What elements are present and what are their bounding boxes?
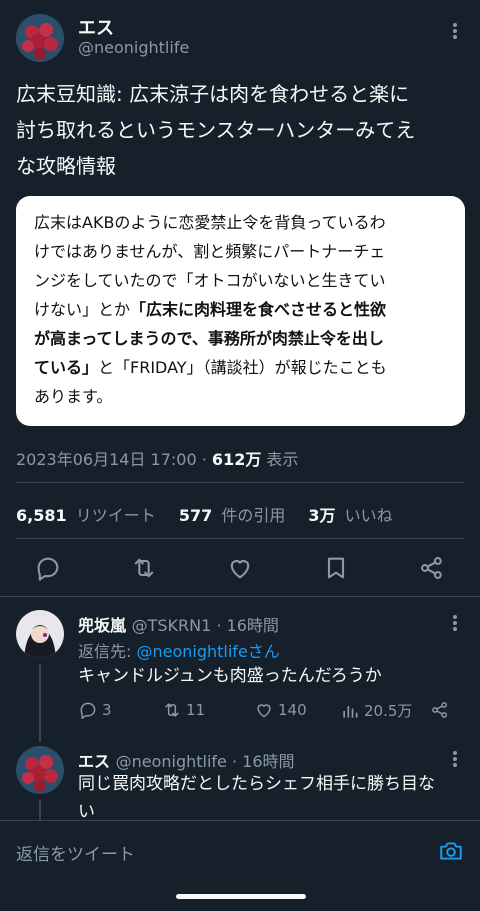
camera-icon[interactable] <box>438 838 464 864</box>
author-name[interactable]: エス <box>78 14 114 40</box>
reply-views-button[interactable]: 20.5万 <box>340 700 412 721</box>
divider <box>16 538 464 539</box>
quotes-stat[interactable]: 577 件の引用 <box>179 506 290 525</box>
quote-bold-text: ている」 <box>34 358 99 377</box>
share-icon <box>432 702 447 718</box>
reply-author[interactable]: エス @neonightlife · 16時間 <box>78 748 295 772</box>
reply-author-name: エス <box>78 752 111 771</box>
reply-text: 同じ罠肉攻略だとしたらシェフ相手に勝ち目な い <box>78 770 435 826</box>
quote-line: ンジをしていたので「オトコがいないと生きてい <box>34 271 386 290</box>
reply-handle-time: @TSKRN1 · 16時間 <box>131 616 279 635</box>
quote-line: けない」とか「広末に肉料理を食べさせると性欲 <box>34 295 447 324</box>
reply-icon[interactable] <box>34 554 62 582</box>
likes-label: いいね <box>344 506 393 525</box>
reply-reply-count: 3 <box>102 701 112 719</box>
quote-text: と「FRIDAY」（講談社）が報じたことも <box>98 358 387 377</box>
tweet-meta: 2023年06月14日 17:00 · 612万 表示 <box>16 446 298 470</box>
more-icon[interactable] <box>452 614 458 636</box>
views-label: 表示 <box>266 450 299 469</box>
reply-text: キャンドルジュンも肉盛ったんだろうか <box>78 666 382 686</box>
quote-line: が高まってしまうので、事務所が肉禁止令を出し <box>34 324 447 353</box>
quotes-count: 577 <box>178 506 213 525</box>
quote-bold-text: 「広末に肉料理を食べさせると性欲 <box>130 300 387 319</box>
quote-text: けない」とか <box>34 300 131 319</box>
likes-count: 3万 <box>308 506 336 525</box>
tweet-text-line: 討ち取れるというモンスターハンターみてえ <box>16 118 416 142</box>
reply-handle-time: @neonightlife · 16時間 <box>115 752 295 771</box>
tweet-text-line: な攻略情報 <box>16 154 116 178</box>
reply-composer-placeholder[interactable]: 返信をツイート <box>16 840 135 865</box>
divider <box>0 596 480 597</box>
retweets-count: 6,581 <box>16 506 67 525</box>
thread-line <box>39 664 41 742</box>
reply-to-label: 返信先: <box>78 642 137 661</box>
reply-like-count: 140 <box>278 701 307 719</box>
reply-to-mention[interactable]: @neonightlifeさん <box>136 642 279 661</box>
views-icon <box>343 705 358 718</box>
reply-avatar[interactable] <box>16 610 64 658</box>
reply-to: 返信先: @neonightlifeさん <box>78 638 280 662</box>
author-handle[interactable]: @neonightlife <box>78 38 189 57</box>
retweets-stat[interactable]: 6,581 リツイート <box>16 506 160 525</box>
divider <box>16 482 464 483</box>
quote-line: あります。 <box>34 387 113 406</box>
engagement-stats: 6,581 リツイート 577 件の引用 3万 いいね <box>16 502 401 526</box>
bookmark-icon[interactable] <box>322 554 350 582</box>
home-indicator[interactable] <box>176 894 306 899</box>
tweet-text: 広末豆知識: 広末涼子は肉を食わせると楽に 討ち取れるというモンスターハンターみ… <box>16 76 466 184</box>
views-count: 612万 <box>211 450 262 469</box>
retweets-label: リツイート <box>75 506 156 525</box>
author-avatar[interactable] <box>16 14 64 62</box>
thread-line <box>39 800 41 820</box>
quote-line: けではありませんが、割と頻繁にパートナーチェ <box>34 242 386 261</box>
likes-stat[interactable]: 3万 いいね <box>308 506 396 525</box>
more-icon[interactable] <box>452 22 458 44</box>
retweet-icon <box>165 703 179 717</box>
heart-icon[interactable] <box>226 554 254 582</box>
quotes-label: 件の引用 <box>221 506 286 525</box>
reply-author[interactable]: 兜坂嵐 @TSKRN1 · 16時間 <box>78 612 279 636</box>
tweet-timestamp[interactable]: 2023年06月14日 17:00 <box>16 450 197 469</box>
tweet-image-card[interactable]: 広末はAKBのように恋愛禁止令を背負っているわ けではありませんが、割と頻繁にパ… <box>16 196 465 426</box>
reply-avatar[interactable] <box>16 746 64 794</box>
quote-line: 広末はAKBのように恋愛禁止令を背負っているわ <box>34 213 386 232</box>
quote-line: ている」と「FRIDAY」（講談社）が報じたことも <box>34 353 447 382</box>
quote-bold-text: が高まってしまうので、事務所が肉禁止令を出し <box>34 329 384 348</box>
reply-retweet-button[interactable]: 11 <box>162 700 205 720</box>
tweet-text-line: 広末豆知識: 広末涼子は肉を食わせると楽に <box>16 82 410 106</box>
more-icon[interactable] <box>452 750 458 772</box>
share-icon[interactable] <box>418 554 446 582</box>
reply-author-name: 兜坂嵐 <box>78 616 127 635</box>
retweet-icon[interactable] <box>130 554 158 582</box>
reply-text-line: 同じ罠肉攻略だとしたらシェフ相手に勝ち目な <box>78 774 435 794</box>
reply-views-count: 20.5万 <box>364 702 413 720</box>
heart-icon <box>257 704 271 718</box>
meta-separator: · <box>201 450 207 469</box>
reply-like-button[interactable]: 140 <box>254 700 307 720</box>
reply-share-button[interactable] <box>430 700 450 720</box>
reply-retweet-count: 11 <box>186 701 206 719</box>
reply-icon <box>80 702 96 720</box>
reply-reply-button[interactable]: 3 <box>78 700 112 720</box>
